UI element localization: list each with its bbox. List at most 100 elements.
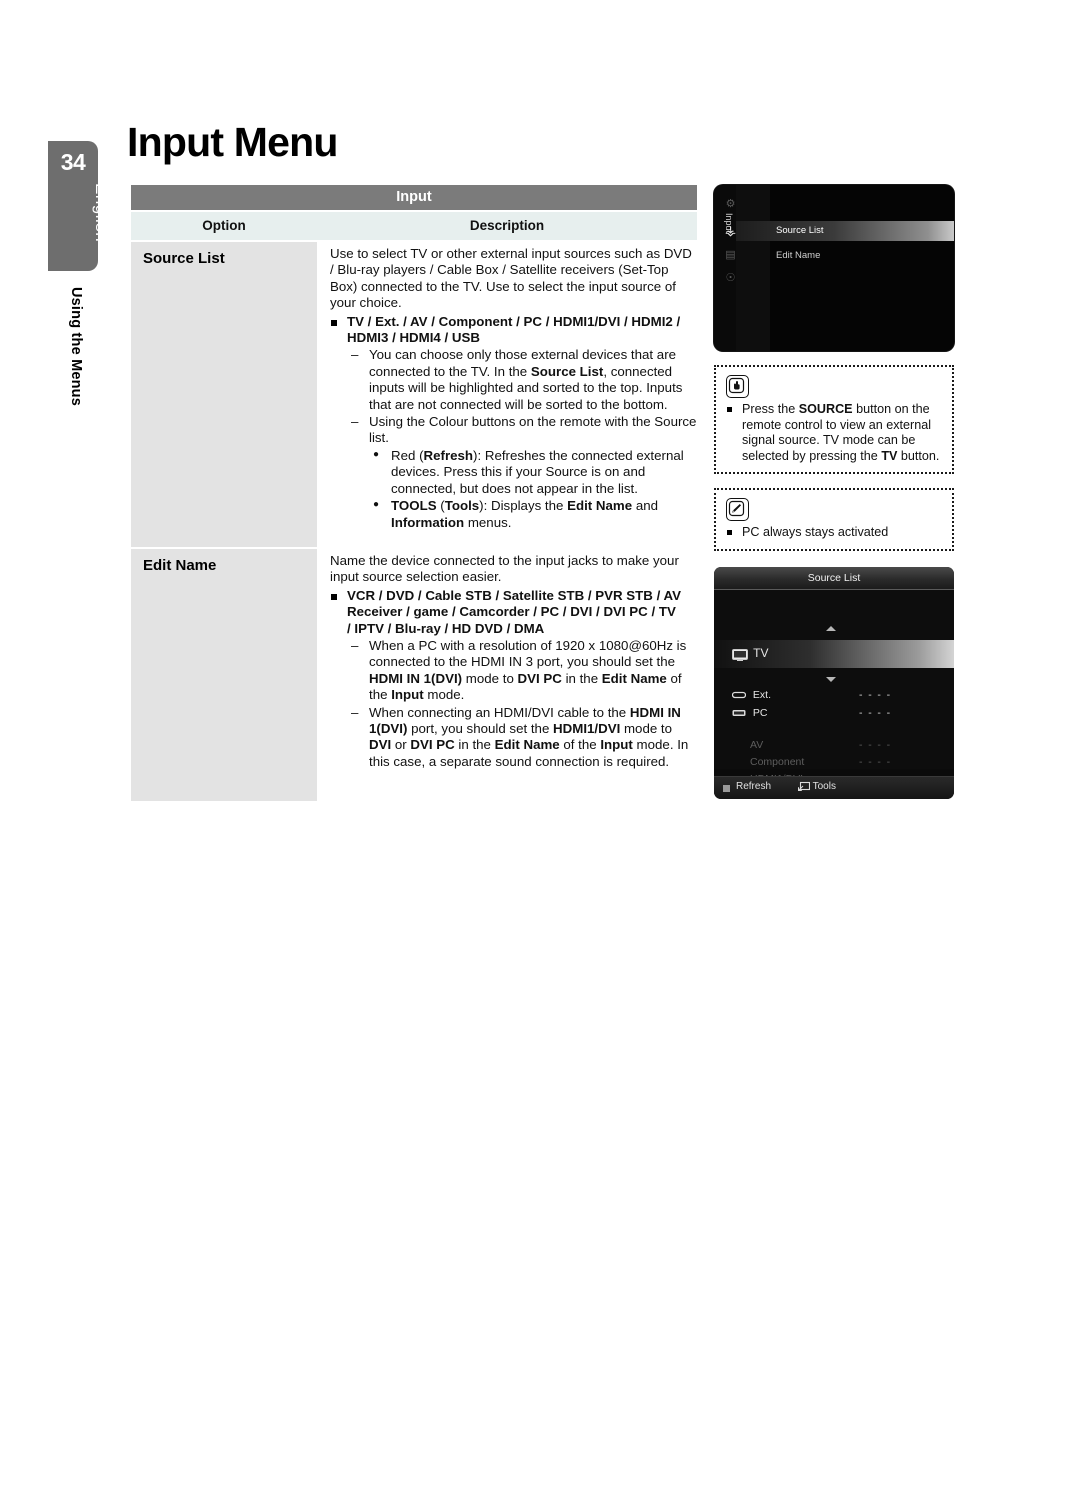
row-option-edit-name: Edit Name [131, 549, 317, 801]
source-list-item-component[interactable]: Component [750, 756, 804, 768]
row-option-source-list: Source List [131, 242, 317, 547]
t: ( [436, 498, 445, 514]
t-bold: SOURCE [798, 402, 853, 416]
desc-dot-red-refresh: Red (Refresh): Refreshes the connected e… [330, 447, 697, 497]
source-list-item-av[interactable]: AV [750, 739, 763, 751]
input-menu-item-edit-name[interactable]: Edit Name [776, 250, 820, 261]
t-bold: Tools [444, 498, 480, 514]
column-header-option: Option [202, 218, 246, 233]
table-header-row: Option Description [131, 212, 697, 240]
t-bold: TV [881, 448, 898, 463]
t-bold: DVI [369, 737, 392, 753]
page-title: Input Menu [127, 119, 338, 165]
red-button-icon [723, 784, 730, 792]
desc-bullet-names-line2: Receiver / game / Camcorder / PC / DVI /… [347, 604, 676, 620]
tv-input-menu-screenshot: Input ⚙ ⚶ ▤ ☉ Source List Edit Name [714, 185, 954, 351]
desc-bullet-inputs-line1: TV / Ext. / AV / Component / PC / HDMI1/… [330, 314, 697, 330]
connector-icon [732, 707, 750, 719]
source-list-tools-button[interactable]: Tools [798, 781, 836, 792]
t-bold: Edit Name [567, 498, 633, 514]
source-list-item-ext[interactable]: Ext. [732, 689, 771, 701]
source-list-value-av: - - - - [859, 738, 892, 751]
t-bold: Input [600, 737, 633, 753]
input-menu-icon-column [736, 185, 770, 351]
edit-name-icon: ▤ [725, 249, 736, 261]
desc-dash-pc-resolution: When a PC with a resolution of 1920 x 10… [330, 638, 697, 704]
t: Press the [742, 402, 799, 416]
desc-bullet-names-line3: / IPTV / Blu-ray / HD DVD / DMA [347, 620, 545, 636]
desc-dot-tools: TOOLS (Tools): Displays the Edit Name an… [330, 497, 697, 531]
source-list-value-ext: - - - - [859, 688, 892, 701]
pencil-note-icon [726, 498, 749, 522]
desc-intro: Use to select TV or other external input… [330, 246, 692, 311]
table-row: Source List Use to select TV or other ex… [131, 242, 697, 547]
t: When connecting an HDMI/DVI cable to the [369, 704, 630, 720]
t: port, you should set the [407, 721, 554, 737]
note-box-pc-activated: PC always stays activated [714, 488, 954, 551]
row-description-source-list: Use to select TV or other external input… [317, 242, 697, 547]
table-row: Edit Name Name the device connected to t… [131, 549, 697, 801]
section-label: Using the Menus [68, 287, 84, 407]
source-list-footer: Refresh Tools [714, 775, 954, 799]
desc-dash-connected-devices: You can choose only those external devic… [330, 347, 697, 413]
tools-icon [798, 781, 813, 792]
desc-dash-colour-buttons: Using the Colour buttons on the remote w… [330, 414, 697, 447]
t: and [632, 498, 659, 514]
t: mode to [620, 721, 673, 737]
t: When a PC with a resolution of 1920 x 10… [369, 638, 687, 670]
row-description-edit-name: Name the device connected to the input j… [317, 549, 697, 801]
source-list-value-component: - - - - [859, 755, 892, 768]
note-box-source-button: Press the SOURCE button on the remote co… [714, 365, 954, 475]
t-bold: HDMI IN 1(DVI) [369, 670, 463, 686]
t-bold: Edit Name [601, 670, 667, 686]
page-number: 34 [60, 149, 86, 175]
desc-dash-hdmi-dvi-cable: When connecting an HDMI/DVI cable to the… [330, 705, 697, 771]
input-menu-item-source-list[interactable]: Source List [776, 225, 824, 236]
t: mode to [462, 670, 518, 686]
source-list-item-tv[interactable]: TV [732, 646, 768, 661]
t: Red ( [391, 447, 424, 463]
t: ): Displays the [479, 498, 568, 514]
gear-icon: ⚙ [725, 198, 736, 210]
source-list-item-label: Component [750, 755, 805, 768]
t-bold: DVI PC [517, 670, 562, 686]
page-side-tab: 34 English [48, 141, 111, 271]
source-list-item-label: PC [752, 706, 768, 719]
t: menus. [464, 514, 512, 530]
source-list-item-pc[interactable]: PC [732, 707, 768, 719]
t: in the [454, 737, 495, 753]
source-list-value-pc: - - - - [859, 706, 892, 719]
source-list-body: TV Ext. - - - - PC - - - - AV - - - - Co… [714, 589, 954, 785]
t-bold: HDMI1/DVI [553, 721, 621, 737]
t-bold: DVI PC [410, 737, 455, 753]
desc-bullet-names-line1: VCR / DVD / Cable STB / Satellite STB / … [330, 588, 697, 604]
source-list-refresh-button[interactable]: Refresh [736, 781, 771, 792]
t: or [391, 737, 411, 753]
tv-icon [732, 647, 750, 661]
column-header-description: Description [469, 218, 545, 233]
source-list-item-label: AV [750, 738, 764, 751]
table-title: Input [131, 185, 697, 210]
t: in the [561, 670, 602, 686]
t-bold: TOOLS [391, 498, 437, 514]
chevron-up-icon[interactable] [826, 625, 836, 631]
t-bold: Input [391, 687, 424, 703]
connector-icon [732, 689, 750, 701]
source-list-item-label: Ext. [752, 688, 772, 701]
chevron-down-icon[interactable] [826, 676, 836, 682]
note-text-pc-activated: PC always stays activated [726, 525, 944, 541]
right-illustration-column: Input ⚙ ⚶ ▤ ☉ Source List Edit Name Pres… [714, 185, 954, 799]
hand-press-icon [726, 375, 749, 398]
input-menu-selection-highlight [736, 221, 954, 241]
t: of the [559, 737, 601, 753]
language-label: English [92, 183, 111, 243]
desc-intro: Name the device connected to the input j… [330, 553, 679, 585]
desc-bullet-inputs-line2: HDMI3 / HDMI4 / USB [347, 330, 480, 346]
t-bold: Edit Name [494, 737, 560, 753]
tools-label: Tools [812, 780, 836, 792]
t: mode. [423, 687, 465, 703]
input-spec-table: Input Option Description Source List Use… [131, 185, 697, 801]
t-bold: Source List [530, 363, 604, 379]
tv-source-list-screenshot: Source List TV Ext. - - - - PC - - - - A… [714, 566, 954, 799]
t-bold: Information [391, 514, 465, 530]
